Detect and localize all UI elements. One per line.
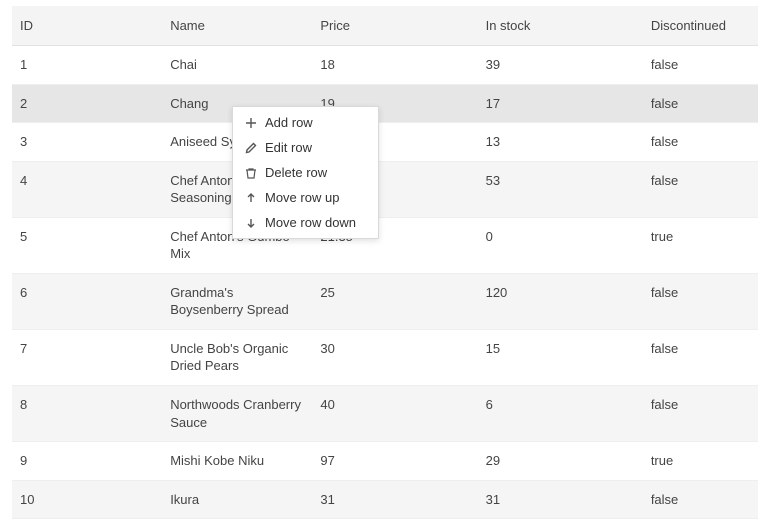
menu-item-add-row[interactable]: Add row (233, 110, 378, 135)
cell-in-stock: 120 (478, 273, 643, 329)
menu-item-label: Move row down (265, 215, 356, 230)
cell-discontinued: true (643, 442, 758, 481)
table-row[interactable]: 2Chang1917false (12, 84, 758, 123)
cell-name: Mishi Kobe Niku (162, 442, 312, 481)
cell-id: 8 (12, 386, 162, 442)
menu-item-label: Move row up (265, 190, 339, 205)
col-header-price[interactable]: Price (312, 6, 477, 46)
table-row[interactable]: 9Mishi Kobe Niku9729true (12, 442, 758, 481)
table-row[interactable]: 7Uncle Bob's Organic Dried Pears3015fals… (12, 329, 758, 385)
cell-discontinued: false (643, 480, 758, 519)
table-row[interactable]: 3Aniseed Syrup1013false (12, 123, 758, 162)
cell-discontinued: false (643, 386, 758, 442)
table-row[interactable]: 4Chef Anton's Cajun Seasoning2253false (12, 161, 758, 217)
cell-id: 7 (12, 329, 162, 385)
header-row: ID Name Price In stock Discontinued (12, 6, 758, 46)
cell-in-stock: 17 (478, 84, 643, 123)
cell-in-stock: 15 (478, 329, 643, 385)
context-menu: Add row Edit row Delete row Move row up … (232, 106, 379, 239)
cell-in-stock: 53 (478, 161, 643, 217)
cell-id: 6 (12, 273, 162, 329)
cell-name: Grandma's Boysenberry Spread (162, 273, 312, 329)
data-grid: ID Name Price In stock Discontinued 1Cha… (12, 6, 758, 519)
menu-item-label: Delete row (265, 165, 327, 180)
menu-item-delete-row[interactable]: Delete row (233, 160, 378, 185)
menu-item-edit-row[interactable]: Edit row (233, 135, 378, 160)
cell-id: 3 (12, 123, 162, 162)
cell-in-stock: 31 (478, 480, 643, 519)
cell-id: 2 (12, 84, 162, 123)
menu-item-move-row-down[interactable]: Move row down (233, 210, 378, 235)
cell-price: 97 (312, 442, 477, 481)
cell-price: 40 (312, 386, 477, 442)
cell-discontinued: false (643, 273, 758, 329)
cell-name: Uncle Bob's Organic Dried Pears (162, 329, 312, 385)
cell-id: 10 (12, 480, 162, 519)
cell-in-stock: 13 (478, 123, 643, 162)
col-header-in-stock[interactable]: In stock (478, 6, 643, 46)
cell-discontinued: false (643, 161, 758, 217)
cell-in-stock: 29 (478, 442, 643, 481)
cell-price: 25 (312, 273, 477, 329)
pencil-icon (243, 142, 259, 154)
arrow-down-icon (243, 217, 259, 229)
cell-discontinued: true (643, 217, 758, 273)
plus-icon (243, 117, 259, 129)
table-row[interactable]: 10Ikura3131false (12, 480, 758, 519)
cell-name: Chai (162, 46, 312, 85)
trash-icon (243, 167, 259, 179)
menu-item-label: Add row (265, 115, 313, 130)
cell-price: 18 (312, 46, 477, 85)
cell-price: 31 (312, 480, 477, 519)
table-row[interactable]: 8Northwoods Cranberry Sauce406false (12, 386, 758, 442)
cell-name: Ikura (162, 480, 312, 519)
cell-in-stock: 0 (478, 217, 643, 273)
table-row[interactable]: 1Chai1839false (12, 46, 758, 85)
cell-id: 1 (12, 46, 162, 85)
cell-in-stock: 6 (478, 386, 643, 442)
cell-discontinued: false (643, 46, 758, 85)
menu-item-move-row-up[interactable]: Move row up (233, 185, 378, 210)
col-header-discontinued[interactable]: Discontinued (643, 6, 758, 46)
menu-item-label: Edit row (265, 140, 312, 155)
cell-discontinued: false (643, 84, 758, 123)
cell-name: Northwoods Cranberry Sauce (162, 386, 312, 442)
cell-id: 5 (12, 217, 162, 273)
table-row[interactable]: 6Grandma's Boysenberry Spread25120false (12, 273, 758, 329)
col-header-name[interactable]: Name (162, 6, 312, 46)
cell-id: 4 (12, 161, 162, 217)
cell-discontinued: false (643, 123, 758, 162)
col-header-id[interactable]: ID (12, 6, 162, 46)
cell-discontinued: false (643, 329, 758, 385)
cell-price: 30 (312, 329, 477, 385)
cell-id: 9 (12, 442, 162, 481)
cell-in-stock: 39 (478, 46, 643, 85)
table-body: 1Chai1839false2Chang1917false3Aniseed Sy… (12, 46, 758, 519)
table-row[interactable]: 5Chef Anton's Gumbo Mix21.350true (12, 217, 758, 273)
arrow-up-icon (243, 192, 259, 204)
